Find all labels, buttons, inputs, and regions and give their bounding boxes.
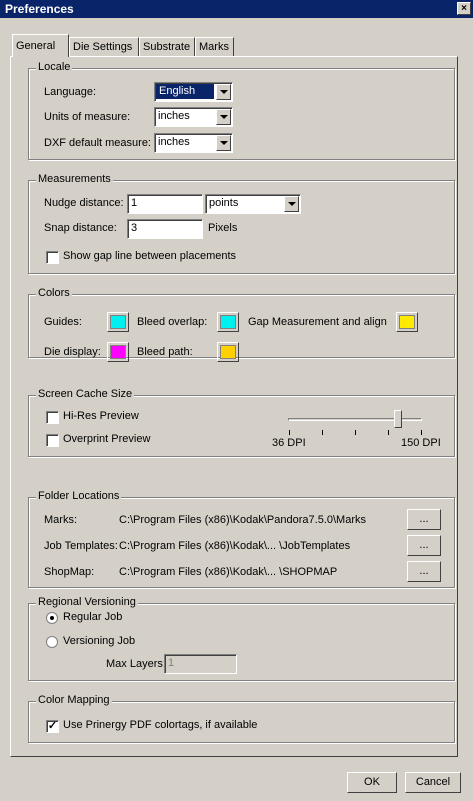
max-layers-value: 1 [168, 657, 175, 669]
max-layers-field[interactable]: 1 [164, 654, 237, 674]
folders-title: Folder Locations [36, 490, 122, 502]
die-display-color-chip [110, 345, 126, 359]
tab-general[interactable]: General [12, 34, 69, 57]
shopmap-folder-path: C:\Program Files (x86)\Kodak\... \SHOPMA… [119, 566, 338, 578]
language-select[interactable]: English [154, 82, 233, 102]
dxf-select[interactable]: inches [154, 133, 233, 153]
dpi-slider-thumb[interactable] [393, 410, 402, 428]
units-label: Units of measure: [44, 111, 131, 123]
tab-label: General [16, 40, 56, 52]
bleed-overlap-color-chip [220, 315, 236, 329]
bleed-path-label: Bleed path: [137, 346, 193, 358]
ok-button[interactable]: OK [347, 772, 397, 793]
gap-line-checkbox[interactable] [46, 251, 59, 264]
overprint-preview-label: Overprint Preview [63, 433, 151, 445]
guides-label: Guides: [44, 316, 82, 328]
regular-job-radio[interactable] [46, 612, 58, 624]
color-mapping-title: Color Mapping [36, 694, 112, 706]
nudge-field[interactable]: 1 [127, 194, 203, 214]
units-value: inches [158, 110, 190, 122]
versioning-job-label: Versioning Job [63, 635, 136, 647]
shopmap-folder-label: ShopMap: [44, 566, 95, 578]
nudge-unit-select[interactable]: points [205, 194, 301, 214]
job-templates-browse-button[interactable]: ... [407, 535, 441, 556]
marks-folder-path: C:\Program Files (x86)\Kodak\Pandora7.5.… [119, 514, 366, 526]
slider-tick [421, 430, 422, 435]
gap-measurement-color-swatch[interactable] [396, 312, 418, 332]
regular-job-label: Regular Job [63, 611, 123, 623]
bleed-overlap-label: Bleed overlap: [137, 316, 208, 328]
versioning-title: Regional Versioning [36, 596, 138, 608]
dxf-label: DXF default measure: [44, 137, 151, 149]
gap-measurement-label: Gap Measurement and align [248, 316, 387, 328]
versioning-job-radio[interactable] [46, 636, 58, 648]
job-templates-folder-path: C:\Program Files (x86)\Kodak\... \JobTem… [119, 540, 351, 552]
slider-tick [388, 430, 389, 435]
snap-value: 3 [131, 222, 138, 234]
snap-field[interactable]: 3 [127, 219, 203, 239]
overprint-preview-checkbox[interactable] [46, 434, 59, 447]
guides-color-swatch[interactable] [107, 312, 129, 332]
gap-measurement-color-chip [399, 315, 415, 329]
dpi-max-label: 150 DPI [401, 437, 441, 449]
chevron-down-icon[interactable] [216, 84, 231, 100]
tab-label: Marks [199, 41, 229, 53]
dpi-min-label: 36 DPI [272, 437, 306, 449]
guides-color-chip [110, 315, 126, 329]
slider-tick [289, 430, 290, 435]
tab-label: Substrate [143, 41, 191, 53]
hires-preview-label: Hi-Res Preview [63, 410, 139, 422]
check-icon: ✓ [47, 720, 58, 732]
tab-substrate[interactable]: Substrate [139, 37, 195, 56]
use-colortags-checkbox[interactable]: ✓ [46, 720, 59, 733]
marks-folder-label: Marks: [44, 514, 77, 526]
window-title: Preferences [5, 2, 74, 16]
max-layers-label: Max Layers: [106, 658, 166, 670]
language-label: Language: [44, 86, 96, 98]
units-select[interactable]: inches [154, 107, 233, 127]
shopmap-browse-button[interactable]: ... [407, 561, 441, 582]
slider-tick [322, 430, 323, 435]
tab-label: Die Settings [73, 41, 133, 53]
marks-browse-button[interactable]: ... [407, 509, 441, 530]
dxf-value: inches [158, 136, 190, 148]
hires-preview-checkbox[interactable] [46, 411, 59, 424]
cache-title: Screen Cache Size [36, 388, 135, 400]
cancel-button[interactable]: Cancel [405, 772, 461, 793]
close-icon[interactable]: × [457, 2, 471, 15]
nudge-unit-value: points [209, 197, 239, 209]
dpi-slider-track[interactable] [288, 418, 422, 421]
language-value: English [156, 84, 214, 99]
slider-tick [355, 430, 356, 435]
chevron-down-icon[interactable] [284, 196, 299, 212]
locale-title: Locale [36, 61, 73, 73]
bleed-path-color-chip [220, 345, 236, 359]
job-templates-folder-label: Job Templates: [44, 540, 118, 552]
nudge-label: Nudge distance: [44, 197, 124, 209]
title-bar: Preferences × [0, 0, 473, 18]
use-colortags-label: Use Prinergy PDF colortags, if available [63, 719, 258, 731]
gap-line-label: Show gap line between placements [63, 250, 237, 262]
colors-title: Colors [36, 287, 72, 299]
bleed-overlap-color-swatch[interactable] [217, 312, 239, 332]
cache-group: Screen Cache Size [28, 388, 455, 457]
measurements-title: Measurements [36, 173, 113, 185]
tab-marks[interactable]: Marks [195, 37, 234, 56]
chevron-down-icon[interactable] [216, 135, 231, 151]
tab-die-settings[interactable]: Die Settings [69, 37, 139, 56]
bleed-path-color-swatch[interactable] [217, 342, 239, 362]
snap-label: Snap distance: [44, 222, 117, 234]
nudge-value: 1 [131, 197, 138, 209]
die-display-color-swatch[interactable] [107, 342, 129, 362]
die-display-label: Die display: [44, 346, 101, 358]
chevron-down-icon[interactable] [216, 109, 231, 125]
snap-unit: Pixels [208, 222, 238, 234]
